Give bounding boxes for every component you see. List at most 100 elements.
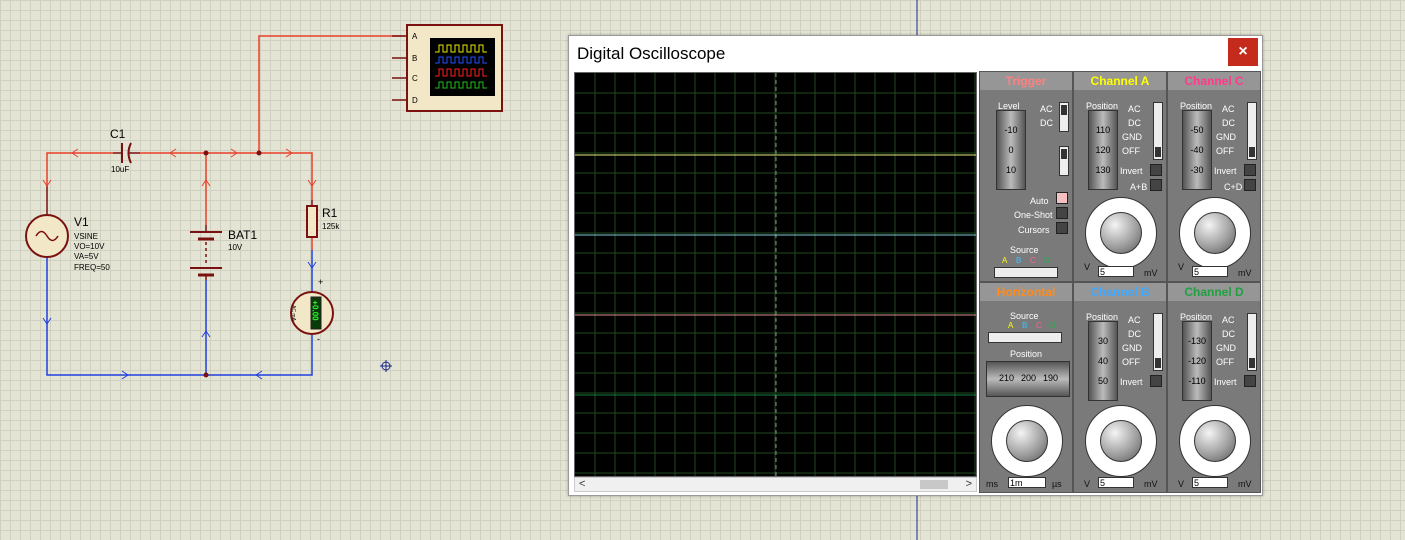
red-wires [46,35,405,250]
channel-d-invert-button[interactable] [1244,375,1256,387]
junction-dots [203,150,262,378]
unit-label: µs [1052,479,1062,489]
unit-label: mV [1144,268,1158,278]
battery-bat1[interactable] [190,225,222,280]
scope-pin-a: A [412,32,418,41]
one-shot-button[interactable] [1056,207,1068,219]
channel-a-invert-button[interactable] [1150,164,1162,176]
oscilloscope-window[interactable]: Digital Oscilloscope × < > Trigger Level… [568,35,1263,496]
close-button[interactable]: × [1228,38,1258,66]
channel-d-position-slider[interactable]: -130 -120 -110 [1182,321,1212,401]
svg-text:+: + [318,277,323,287]
scope-pin-b: B [412,54,418,63]
coupling-label: OFF [1122,357,1140,367]
channel-c-section: Channel C Position -50 -40 -30 AC DC GND… [1167,71,1261,282]
unit-label: V [1084,262,1091,272]
scroll-left-icon[interactable]: < [579,478,585,491]
tick-label: -40 [1190,145,1204,155]
channel-a-section: Channel A Position 110 120 130 AC DC GND… [1073,71,1167,282]
oscilloscope-instrument[interactable] [392,24,503,112]
trigger-edge-toggle[interactable] [1059,146,1069,176]
c1-value-label: 10uF [111,165,130,174]
horizontal-title: Horizontal [980,283,1072,301]
channel-c-coupling-toggle[interactable] [1247,102,1257,160]
channel-b-invert-button[interactable] [1150,375,1162,387]
coupling-label: GND [1122,343,1142,353]
r1-ref-label: R1 [322,206,338,220]
unit-label: mV [1238,268,1252,278]
tick-label: 50 [1097,376,1108,386]
tick-label: 210 [999,373,1015,383]
scope-grid [575,73,976,476]
channel-a-sum-label: A+B [1130,182,1148,192]
channel-c-title: Channel C [1168,72,1260,90]
trigger-level-slider[interactable]: -10 0 10 [996,110,1026,190]
scroll-right-icon[interactable]: > [966,478,972,491]
trig-src-c: C [1030,256,1036,265]
channel-c-invert-label: Invert [1214,166,1237,176]
channel-d-volts-dial[interactable] [1179,405,1251,477]
hor-src-a: A [1008,321,1014,330]
channel-c-position-slider[interactable]: -50 -40 -30 [1182,110,1212,190]
channel-b-position-slider[interactable]: 30 40 50 [1088,321,1118,401]
hor-src-b: B [1022,321,1028,330]
channel-a-title: Channel A [1074,72,1166,90]
channel-b-value-input[interactable]: 5 [1098,477,1134,488]
auto-button[interactable] [1056,192,1068,204]
trigger-title: Trigger [980,72,1072,90]
coupling-label: OFF [1216,146,1234,156]
channel-a-position-slider[interactable]: 110 120 130 [1088,110,1118,190]
channel-a-volts-dial[interactable] [1085,197,1157,269]
v1-freq-label: FREQ=50 [74,263,110,272]
meter-unit: AC mA [289,305,296,321]
cursors-button[interactable] [1056,222,1068,234]
coupling-label: GND [1216,132,1236,142]
horizontal-scrollbar[interactable]: < > [574,477,977,492]
v1-ref-label: V1 [74,215,89,229]
scope-pin-d: D [412,96,418,105]
unit-label: V [1178,262,1185,272]
channel-a-value-input[interactable]: 5 [1098,266,1134,277]
channel-b-coupling-toggle[interactable] [1153,313,1163,371]
tick-label: 200 [1021,373,1037,383]
meter-reading: +0.00 [310,300,320,321]
coupling-label: AC [1222,315,1235,325]
bat1-ref-label: BAT1 [228,228,258,242]
coupling-label: DC [1128,329,1141,339]
resistor-r1[interactable] [306,200,318,238]
capacitor-c1[interactable] [113,142,140,164]
channel-c-invert-button[interactable] [1244,164,1256,176]
horizontal-source-slider[interactable] [988,332,1062,343]
horizontal-time-dial[interactable] [991,405,1063,477]
tick-label: 40 [1097,356,1108,366]
horizontal-value-input[interactable]: 1m [1008,477,1046,488]
scroll-thumb[interactable] [920,480,948,489]
channel-c-volts-dial[interactable] [1179,197,1251,269]
channel-d-coupling-toggle[interactable] [1247,313,1257,371]
trigger-section: Trigger Level -10 0 10 AC DC Auto One-Sh… [979,71,1073,282]
voltage-source-v1[interactable] [25,185,69,258]
trig-src-a: A [1002,256,1008,265]
r1-value-label: 125k [322,222,340,231]
horizontal-section: Horizontal Source A B C D Position 210 2… [979,282,1073,493]
channel-b-volts-dial[interactable] [1085,405,1157,477]
channel-d-value-input[interactable]: 5 [1192,477,1228,488]
channel-c-sum-button[interactable] [1244,179,1256,191]
horizontal-position-slider[interactable]: 210 200 190 [986,361,1070,397]
tick-label: -10 [1004,125,1018,135]
channel-c-sum-label: C+D [1224,182,1243,192]
channel-a-invert-label: Invert [1120,166,1143,176]
trigger-dc-label: DC [1040,118,1053,128]
tick-label: -30 [1190,165,1204,175]
channel-c-value-input[interactable]: 5 [1192,266,1228,277]
coupling-label: AC [1128,315,1141,325]
unit-label: mV [1144,479,1158,489]
unit-label: mV [1238,479,1252,489]
trigger-source-slider[interactable] [994,267,1058,278]
channel-a-sum-button[interactable] [1150,179,1162,191]
coupling-label: AC [1128,104,1141,114]
channel-a-coupling-toggle[interactable] [1153,102,1163,160]
coupling-label: OFF [1122,146,1140,156]
svg-text:-: - [317,334,320,344]
trigger-coupling-toggle[interactable] [1059,102,1069,132]
